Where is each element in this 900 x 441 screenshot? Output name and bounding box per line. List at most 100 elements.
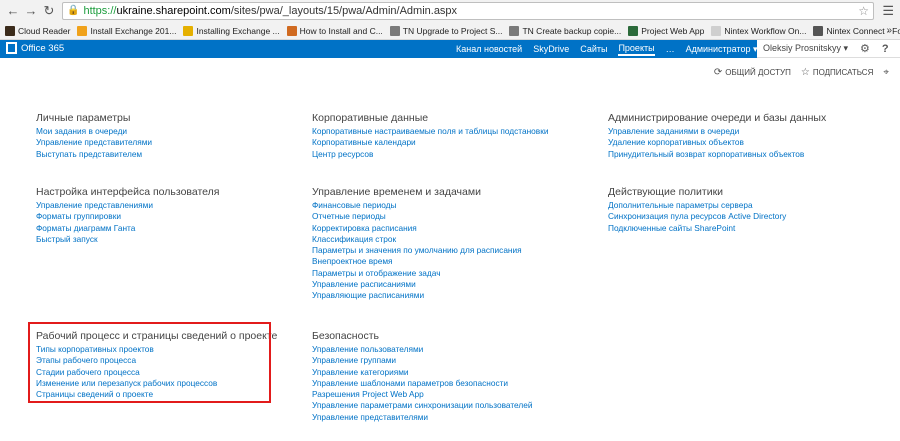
user-menu[interactable]: Oleksiy Prosnitskyy ▾ ⚙ ?	[757, 40, 900, 58]
section-operational-policies: Действующие политики Дополнительные парам…	[608, 186, 878, 234]
admin-link[interactable]: Управление расписаниями	[312, 279, 582, 290]
address-bar[interactable]: 🔒 https://ukraine.sharepoint.com/sites/p…	[62, 2, 874, 20]
section-title: Безопасность	[312, 330, 379, 342]
admin-link[interactable]: Управление заданиями в очереди	[608, 126, 878, 137]
section-look-and-feel: Настройка интерфейса пользователя Управле…	[36, 186, 306, 245]
admin-link[interactable]: Параметры и значения по умолчанию для ра…	[312, 245, 582, 256]
suite-link[interactable]: Канал новостей	[456, 44, 522, 54]
follow-label: ПОДПИСАТЬСЯ	[812, 68, 874, 77]
bookmark-label: TN Upgrade to Project S...	[402, 25, 503, 36]
browser-toolbar: ← → ↻ 🔒 https://ukraine.sharepoint.com/s…	[0, 0, 900, 22]
section-enterprise-data: Корпоративные данные Корпоративные настра…	[312, 112, 582, 160]
bookmark-favicon-icon	[183, 25, 194, 36]
bookmark-item[interactable]: Nintex Workflow On...	[711, 25, 807, 36]
bookmark-item[interactable]: TN Create backup copie...	[509, 25, 621, 36]
section-title: Администрирование очереди и базы данных	[608, 112, 827, 124]
admin-link[interactable]: Внепроектное время	[312, 256, 582, 267]
gear-icon[interactable]: ⚙	[860, 42, 870, 55]
suite-nav: Канал новостей SkyDrive Сайты Проекты … Админ…	[456, 40, 769, 58]
admin-link[interactable]: Корректировка расписания	[312, 223, 582, 234]
star-icon: ☆	[800, 67, 810, 78]
admin-link[interactable]: Удаление корпоративных объектов	[608, 137, 878, 148]
admin-link[interactable]: Синхронизация пула ресурсов Active Direc…	[608, 211, 878, 222]
lock-icon: 🔒	[67, 5, 80, 16]
admin-link[interactable]: Дополнительные параметры сервера	[608, 200, 878, 211]
admin-link[interactable]: Управление представителями	[312, 412, 582, 423]
admin-link[interactable]: Разрешения Project Web App	[312, 389, 582, 400]
admin-link[interactable]: Форматы диаграмм Ганта	[36, 223, 306, 234]
bookmark-favicon-icon	[509, 25, 520, 36]
admin-link[interactable]: Мои задания в очереди	[36, 126, 306, 137]
admin-link[interactable]: Выступать представителем	[36, 149, 306, 160]
admin-link[interactable]: Отчетные периоды	[312, 211, 582, 222]
bookmark-item[interactable]: How to Install and C...	[286, 25, 383, 36]
admin-link[interactable]: Классификация строк	[312, 234, 582, 245]
bookmark-label: Cloud Reader	[18, 25, 71, 36]
share-label: ОБЩИЙ ДОСТУП	[725, 68, 791, 77]
suite-link[interactable]: SkyDrive	[533, 44, 569, 54]
highlight-box	[28, 322, 271, 403]
browser-menu-icon[interactable]: ☰	[882, 3, 894, 19]
share-icon: ⟳	[713, 67, 723, 78]
admin-link[interactable]: Управление категориями	[312, 367, 582, 378]
brand-label: Office 365	[21, 42, 65, 54]
bookmark-favicon-icon	[628, 25, 639, 36]
help-icon[interactable]: ?	[882, 43, 889, 55]
bookmark-star-icon[interactable]: ☆	[858, 3, 869, 19]
admin-link[interactable]: Корпоративные настраиваемые поля и табли…	[312, 126, 582, 137]
office365-brand[interactable]: Office 365	[6, 42, 64, 54]
bookmark-item[interactable]: TN Upgrade to Project S...	[389, 25, 503, 36]
bookmarks-overflow-icon[interactable]: »	[886, 25, 892, 36]
suite-link[interactable]: Сайты	[580, 44, 607, 54]
bookmark-label: Project Web App	[641, 25, 705, 36]
page-actions: ⟳ ОБЩИЙ ДОСТУП ☆ ПОДПИСАТЬСЯ ⌖	[704, 67, 892, 78]
section-personal-settings: Личные параметры Мои задания в очереди Упр…	[36, 112, 306, 160]
admin-link[interactable]: Быстрый запуск	[36, 234, 306, 245]
admin-link[interactable]: Корпоративные календари	[312, 137, 582, 148]
suite-link[interactable]: Проекты	[618, 43, 655, 56]
follow-button[interactable]: ☆ ПОДПИСАТЬСЯ	[801, 67, 874, 78]
bookmark-label: Installing Exchange ...	[196, 25, 280, 36]
bookmark-item[interactable]: Cloud Reader	[5, 25, 71, 36]
bookmark-item[interactable]: Project Web App	[628, 25, 705, 36]
bookmark-favicon-icon	[5, 25, 15, 36]
bookmark-favicon-icon	[286, 25, 297, 36]
suite-bar: Office 365 Канал новостей SkyDrive Сайты Пр…	[0, 40, 900, 58]
suite-link[interactable]: …	[666, 44, 675, 54]
share-button[interactable]: ⟳ ОБЩИЙ ДОСТУП	[714, 67, 791, 78]
section-title: Корпоративные данные	[312, 112, 429, 124]
admin-link[interactable]: Финансовые периоды	[312, 200, 582, 211]
bookmark-item[interactable]: Installing Exchange ...	[183, 25, 280, 36]
bookmark-favicon-icon	[389, 25, 400, 36]
admin-link[interactable]: Управляющие расписаниями	[312, 290, 582, 301]
admin-link[interactable]: Управление представителями	[36, 137, 306, 148]
admin-link[interactable]: Параметры и отображение задач	[312, 268, 582, 279]
admin-link[interactable]: Форматы группировки	[36, 211, 306, 222]
admin-link[interactable]: Управление параметрами синхронизации пол…	[312, 400, 582, 411]
section-time-and-task: Управление временем и задачами Финансовые…	[312, 186, 582, 302]
bookmark-item[interactable]: Install Exchange 201...	[77, 25, 176, 36]
forward-arrow-icon[interactable]: →	[22, 2, 40, 20]
admin-link[interactable]: Центр ресурсов	[312, 149, 582, 160]
reload-icon[interactable]: ↻	[40, 2, 58, 20]
admin-link[interactable]: Управление представлениями	[36, 200, 306, 211]
bookmark-label: Nintex Workflow On...	[724, 25, 807, 36]
admin-link[interactable]: Управление шаблонами параметров безопасн…	[312, 378, 582, 389]
admin-link[interactable]: Принудительный возврат корпоративных объ…	[608, 149, 878, 160]
bookmark-label: How to Install and C...	[299, 25, 383, 36]
section-title: Личные параметры	[36, 112, 131, 124]
back-arrow-icon[interactable]: ←	[4, 2, 22, 20]
bookmark-favicon-icon	[77, 25, 88, 36]
admin-link[interactable]: Управление пользователями	[312, 344, 582, 355]
section-title: Настройка интерфейса пользователя	[36, 186, 220, 198]
focus-on-content-icon: ⌖	[883, 67, 889, 78]
bookmark-favicon-icon	[813, 25, 824, 36]
section-queue-database-admin: Администрирование очереди и базы данных У…	[608, 112, 878, 160]
admin-link[interactable]: Подключенные сайты SharePoint	[608, 223, 878, 234]
user-name[interactable]: Oleksiy Prosnitskyy ▾	[763, 43, 848, 54]
url-text: https://ukraine.sharepoint.com/sites/pwa…	[83, 5, 458, 17]
suite-link[interactable]: Администратор ▾	[686, 44, 758, 55]
admin-link[interactable]: Управление группами	[312, 355, 582, 366]
bookmark-favicon-icon	[711, 25, 722, 36]
focus-button[interactable]: ⌖	[883, 67, 892, 78]
